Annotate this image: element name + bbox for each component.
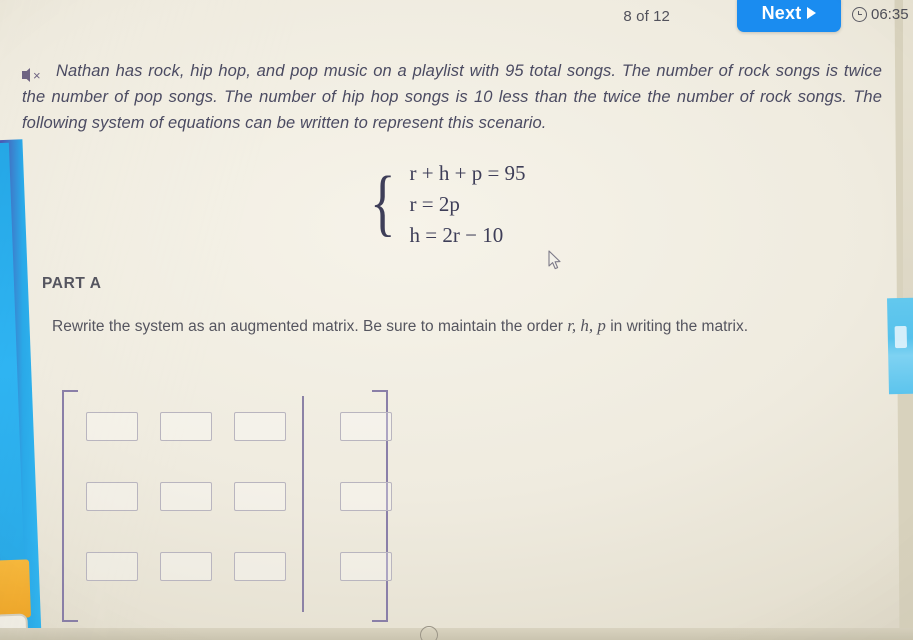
right-background-bleed bbox=[903, 0, 913, 300]
speaker-cone-icon bbox=[22, 68, 30, 82]
timer-value: 06:35 bbox=[871, 6, 909, 23]
matrix-cell-r2c3[interactable] bbox=[234, 481, 286, 511]
matrix-cell-r1c2[interactable] bbox=[160, 411, 212, 441]
bottom-background-bleed bbox=[0, 628, 913, 640]
matrix-cell-r3c4[interactable] bbox=[340, 551, 392, 581]
equation-list: r + h + p = 95 r = 2p h = 2r − 10 bbox=[410, 160, 526, 249]
question-block: × Nathan has rock, hip hop, and pop musi… bbox=[22, 58, 882, 136]
mute-x-icon: × bbox=[33, 67, 41, 83]
system-of-equations: { r + h + p = 95 r = 2p h = 2r − 10 bbox=[370, 160, 526, 249]
timer: 06:35 bbox=[852, 6, 909, 23]
bottom-left-orange-tile bbox=[0, 559, 32, 619]
clock-icon bbox=[852, 7, 867, 22]
next-button[interactable]: Next bbox=[737, 0, 841, 32]
part-a-variable-order: r, h, p bbox=[567, 316, 606, 335]
matrix-row bbox=[86, 411, 392, 441]
speaker-mute-icon[interactable]: × bbox=[22, 66, 48, 84]
part-a-prompt: Rewrite the system as an augmented matri… bbox=[52, 312, 842, 340]
matrix-left-bracket bbox=[62, 390, 78, 622]
right-blue-panel bbox=[886, 297, 913, 395]
matrix-cell-r2c4[interactable] bbox=[340, 481, 392, 511]
matrix-grid bbox=[86, 411, 392, 581]
part-a-label: PART A bbox=[42, 275, 102, 292]
page-counter: 8 of 12 bbox=[623, 8, 670, 25]
part-a-prompt-before: Rewrite the system as an augmented matri… bbox=[52, 318, 568, 335]
matrix-cell-r1c4[interactable] bbox=[340, 411, 392, 441]
matrix-cell-r3c1[interactable] bbox=[86, 551, 138, 581]
part-a-prompt-after: in writing the matrix. bbox=[605, 318, 749, 335]
info-icon[interactable] bbox=[420, 626, 438, 640]
matrix-row bbox=[86, 481, 392, 511]
matrix-cell-r1c1[interactable] bbox=[86, 411, 138, 441]
top-bar: 8 of 12 Next 06:35 bbox=[0, 0, 913, 36]
equation-brace: { bbox=[370, 162, 396, 244]
matrix-cell-r2c2[interactable] bbox=[160, 481, 212, 511]
question-text: Nathan has rock, hip hop, and pop music … bbox=[22, 62, 882, 132]
equation-line-1: r + h + p = 95 bbox=[409, 161, 526, 185]
matrix-cell-r1c3[interactable] bbox=[234, 411, 286, 441]
play-triangle-icon bbox=[807, 7, 817, 19]
matrix-row bbox=[86, 551, 392, 581]
next-button-label: Next bbox=[761, 2, 802, 23]
photographed-screen: a an f 8 of 12 Next 06:35 × Nathan has r… bbox=[0, 0, 913, 640]
matrix-cell-r2c1[interactable] bbox=[86, 481, 138, 511]
augmented-matrix bbox=[62, 390, 392, 622]
right-panel-inner bbox=[894, 325, 908, 349]
matrix-cell-r3c2[interactable] bbox=[160, 551, 212, 581]
equation-line-2: r = 2p bbox=[409, 192, 460, 216]
equation-line-3: h = 2r − 10 bbox=[409, 223, 504, 247]
matrix-cell-r3c3[interactable] bbox=[234, 551, 286, 581]
